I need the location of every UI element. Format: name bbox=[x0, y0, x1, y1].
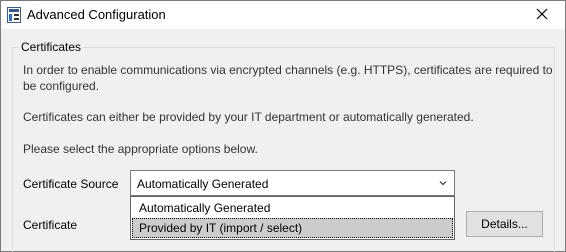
close-icon bbox=[536, 8, 548, 23]
group-legend: Certificates bbox=[19, 40, 84, 54]
intro-paragraph: In order to enable communications via en… bbox=[23, 63, 553, 93]
close-button[interactable] bbox=[519, 1, 565, 29]
title-bar: Advanced Configuration bbox=[1, 1, 565, 29]
dropdown-selected-value: Automatically Generated bbox=[137, 177, 269, 191]
dropdown-option-provided-by-it[interactable]: Provided by IT (import / select) bbox=[132, 218, 453, 238]
app-icon bbox=[7, 7, 21, 23]
instruction-paragraph: Please select the appropriate options be… bbox=[23, 142, 258, 156]
chevron-down-icon bbox=[437, 177, 449, 189]
source-paragraph: Certificates can either be provided by y… bbox=[23, 110, 474, 124]
certificate-source-dropdown[interactable]: Automatically Generated bbox=[130, 170, 455, 196]
certificate-label: Certificate bbox=[23, 218, 78, 232]
details-button[interactable]: Details... bbox=[466, 211, 543, 237]
dropdown-list: Automatically Generated Provided by IT (… bbox=[130, 196, 455, 240]
dropdown-option-automatically-generated[interactable]: Automatically Generated bbox=[132, 198, 453, 218]
window-title: Advanced Configuration bbox=[27, 7, 166, 22]
certificate-source-label: Certificate Source bbox=[23, 177, 119, 191]
advanced-configuration-window: Advanced Configuration Certificates In o… bbox=[0, 0, 566, 252]
